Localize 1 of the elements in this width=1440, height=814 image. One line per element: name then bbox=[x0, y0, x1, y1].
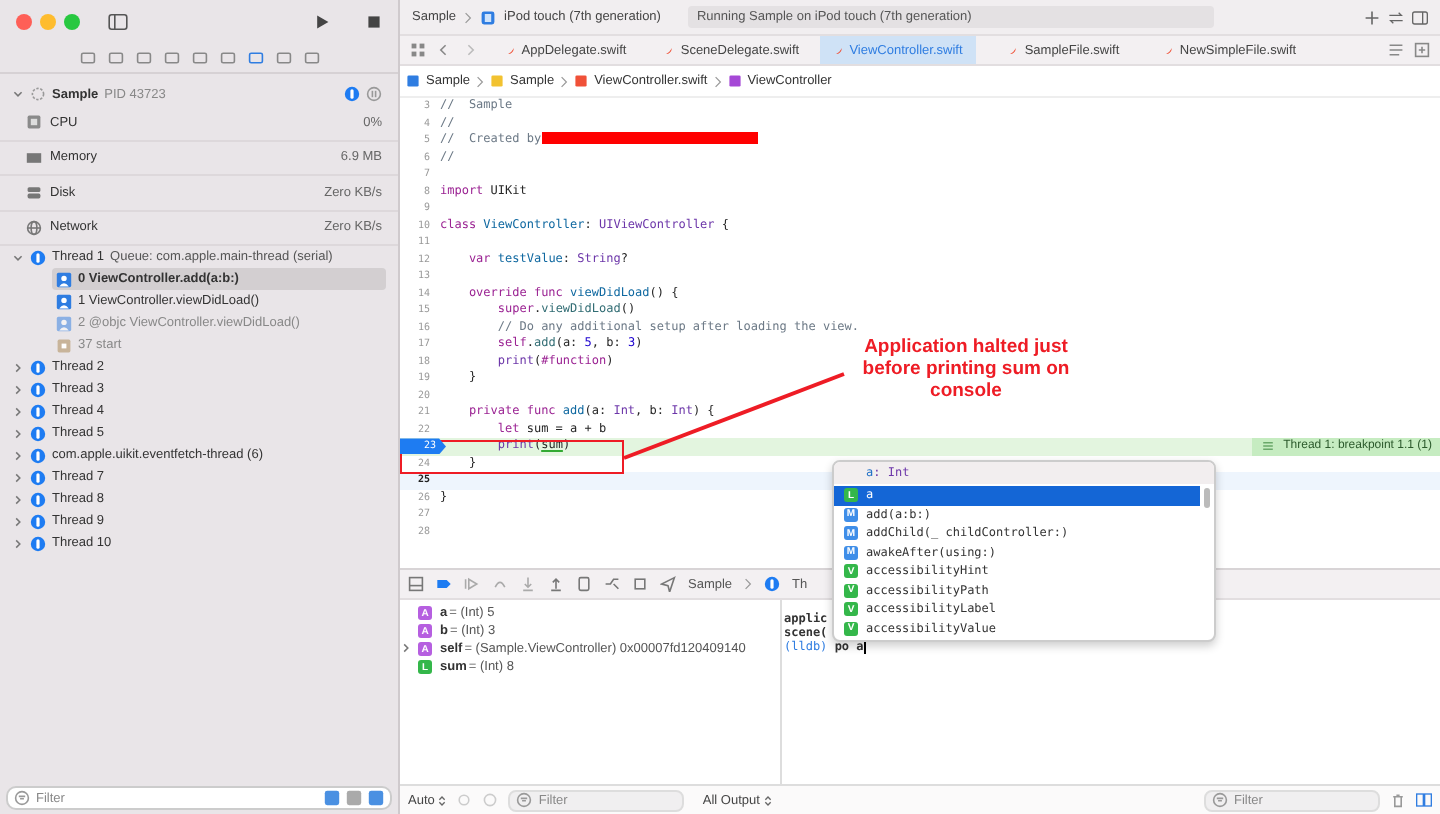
annotation-text: Application halted just before printing sum on console bbox=[860, 336, 1072, 402]
